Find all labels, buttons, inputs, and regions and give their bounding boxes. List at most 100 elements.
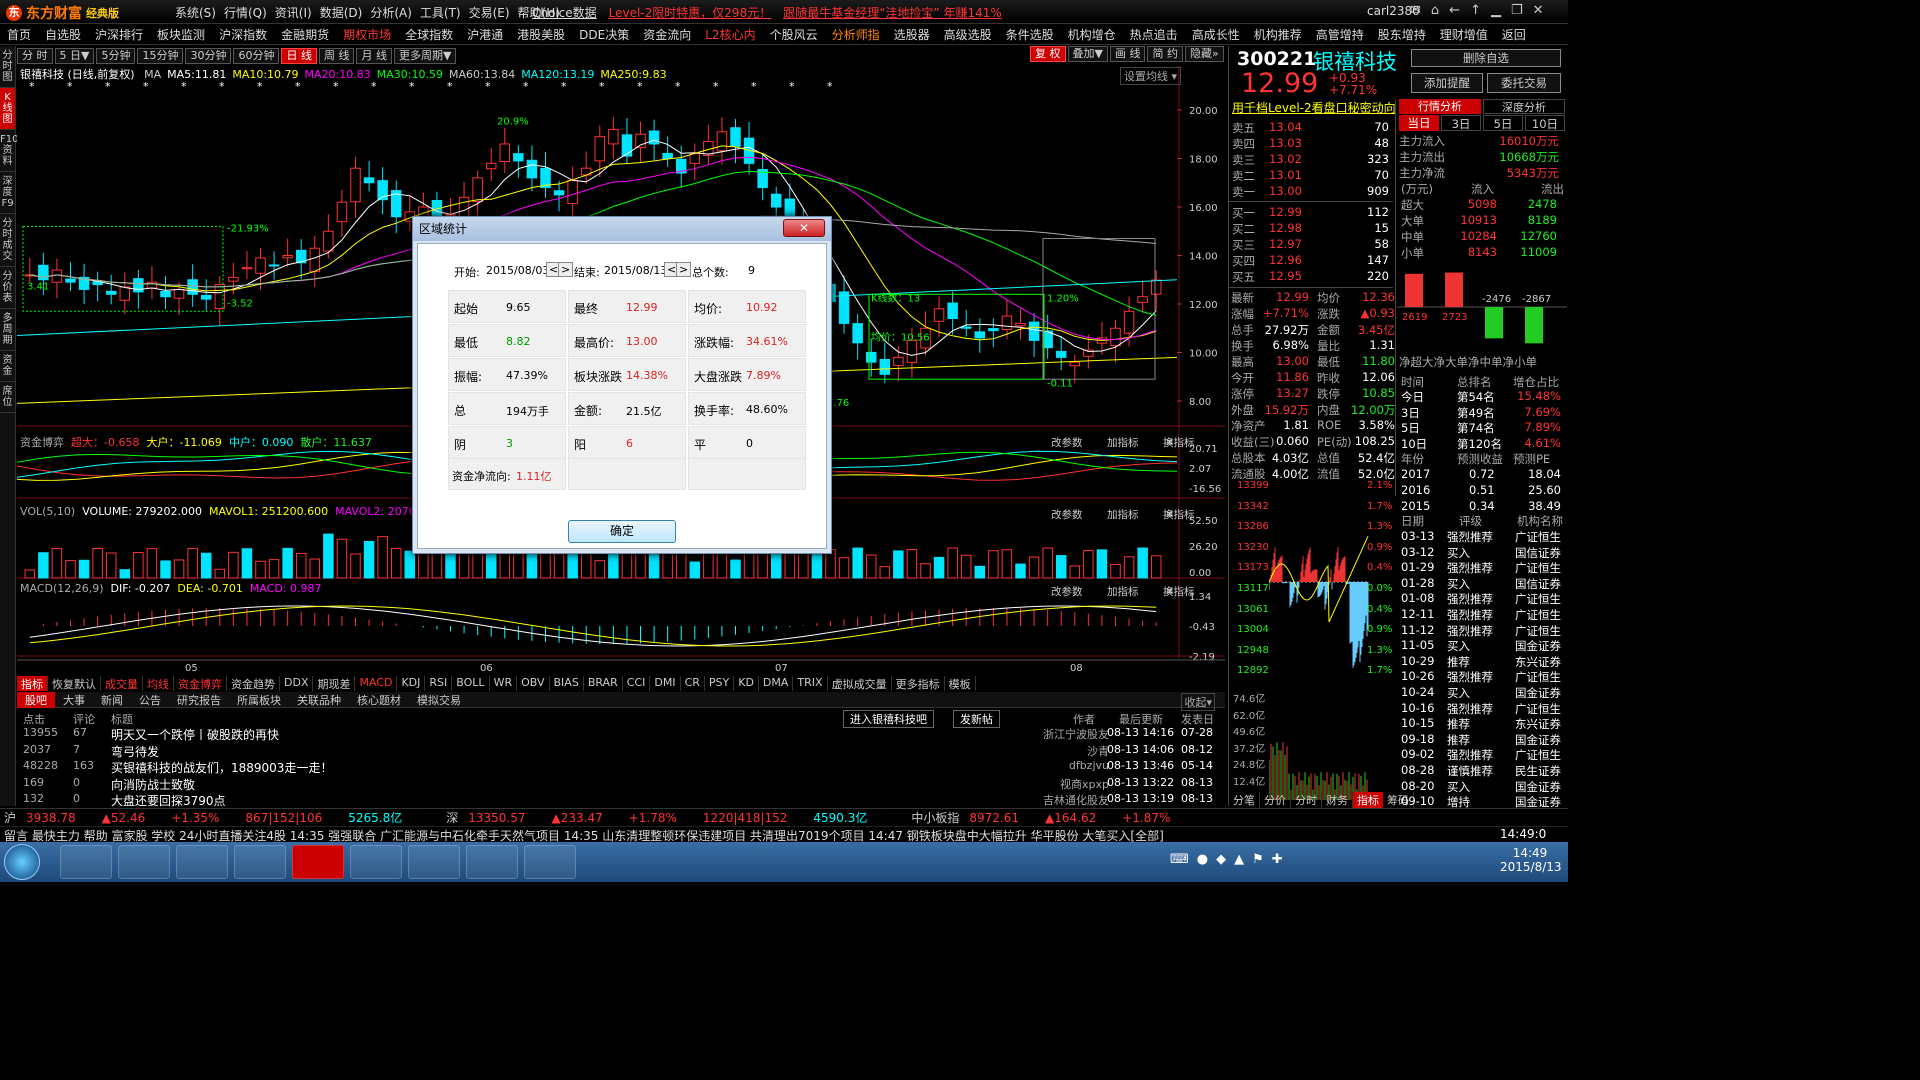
nav-item[interactable]: 板块监测: [157, 26, 205, 43]
explorer-icon[interactable]: [60, 845, 112, 879]
flow-day-tab[interactable]: 当日: [1399, 115, 1439, 131]
home-icon[interactable]: ⌂: [1431, 3, 1439, 18]
close-icon[interactable]: ✕: [1533, 3, 1544, 18]
nav-item[interactable]: 沪深排行: [95, 26, 143, 43]
menu-item[interactable]: 交易(E): [469, 4, 510, 21]
period-button[interactable]: 日 线: [281, 47, 317, 64]
side-tab[interactable]: 多周期: [0, 309, 15, 351]
braces-app-icon[interactable]: [408, 845, 460, 879]
mini-tab[interactable]: 分价: [1260, 792, 1291, 808]
side-tab[interactable]: 分时成交: [0, 214, 15, 267]
news-tab[interactable]: 公告: [131, 692, 169, 708]
flow-day-tab[interactable]: 3日: [1441, 115, 1481, 131]
minimize-icon[interactable]: ▁: [1491, 3, 1501, 18]
indicator-tab[interactable]: DMA: [759, 676, 794, 691]
indicator-tab[interactable]: BOLL: [452, 676, 490, 691]
menu-item[interactable]: 分析(A): [370, 4, 412, 21]
news-row[interactable]: 48228 163 买银禧科技的战友们，1889003走一走！ dfbzjvu 08-1…: [17, 759, 1217, 775]
nav-item[interactable]: 金融期货: [281, 26, 329, 43]
indicator-tab[interactable]: 资金趋势: [227, 676, 280, 691]
news-tab[interactable]: 核心题材: [349, 692, 409, 708]
indicator-tab[interactable]: PSY: [705, 676, 735, 691]
news-tab[interactable]: 研究报告: [169, 692, 229, 708]
panel-button[interactable]: 改参数: [1051, 436, 1083, 449]
indicator-tab[interactable]: DDX: [280, 676, 314, 691]
nav-item[interactable]: 沪深指数: [219, 26, 267, 43]
menu-item[interactable]: 资讯(I): [275, 4, 312, 21]
chart-tool-button[interactable]: 简 约: [1147, 46, 1183, 62]
mini-tab[interactable]: 财务: [1322, 792, 1353, 808]
panel-button[interactable]: 加指标: [1107, 436, 1139, 449]
eastmoney-task-icon[interactable]: [350, 845, 402, 879]
period-button[interactable]: 周 线: [318, 47, 355, 64]
start-next-button[interactable]: >: [558, 262, 574, 277]
fund-promo-link[interactable]: 跟随最牛基金经理“洼地捡宝” 年赚141%: [783, 4, 1002, 21]
period-button[interactable]: 60分钟: [233, 47, 280, 64]
indicator-tab[interactable]: 更多指标: [892, 676, 945, 691]
panel-button[interactable]: 加指标: [1107, 585, 1139, 598]
period-button[interactable]: 分 时: [17, 47, 53, 64]
panel-close-icon[interactable]: ✕: [1165, 508, 1174, 521]
nav-item[interactable]: 港股美股: [517, 26, 565, 43]
nav-item[interactable]: 期权市场: [343, 26, 391, 43]
news-tab[interactable]: 股吧: [17, 691, 55, 708]
level2-link[interactable]: 用千档Level-2看盘口秘密动向: [1232, 99, 1396, 116]
chart-tool-button[interactable]: 叠加▼: [1067, 46, 1108, 62]
indicator-tab[interactable]: OBV: [517, 676, 550, 691]
chart-tool-button[interactable]: 画 线: [1109, 46, 1146, 62]
nav-item[interactable]: 首页: [7, 26, 31, 43]
mini-tab[interactable]: 分笔: [1229, 792, 1260, 808]
side-tab[interactable]: K线图: [0, 88, 15, 130]
side-tab[interactable]: 深度F9: [0, 172, 15, 214]
tray-icons[interactable]: ⌨●◆▲⚑✚: [1170, 852, 1291, 867]
nav-item[interactable]: 全球指数: [405, 26, 453, 43]
paint-app-icon[interactable]: [524, 845, 576, 879]
end-next-button[interactable]: >: [676, 262, 692, 277]
nav-item[interactable]: 高成长性: [1192, 26, 1240, 43]
indicator-tab[interactable]: 虚拟成交量: [828, 676, 892, 691]
mail-icon[interactable]: ✉: [1410, 3, 1421, 18]
nav-item[interactable]: 个股风云: [770, 26, 818, 43]
indicator-tab[interactable]: MACD: [355, 676, 398, 691]
panel-button[interactable]: 改参数: [1051, 585, 1083, 598]
up-icon[interactable]: ↑: [1470, 3, 1481, 18]
menu-item[interactable]: 行情(Q): [224, 4, 267, 21]
mini-tab[interactable]: 分时: [1291, 792, 1322, 808]
ma-setting-button[interactable]: 设置均线 ▾: [1120, 67, 1182, 85]
period-button[interactable]: 5 日▼: [54, 47, 95, 64]
side-tab[interactable]: 资金: [0, 351, 15, 382]
news-row[interactable]: 2037 7 弯弓待发 沙青 08-13 14:06 08-12: [17, 743, 1217, 759]
indicator-tab[interactable]: 资金博弈: [174, 676, 227, 691]
indicator-tab[interactable]: BRAR: [584, 676, 623, 691]
news-title[interactable]: 向消防战士致敬: [111, 776, 195, 793]
place-order-button[interactable]: 委托交易: [1487, 73, 1561, 93]
menu-item[interactable]: 工具(T): [420, 4, 461, 21]
indicator-tab[interactable]: KDJ: [397, 676, 426, 691]
indicator-tab[interactable]: TRIX: [793, 676, 828, 691]
indicator-tab[interactable]: BIAS: [550, 676, 584, 691]
panel-close-icon[interactable]: ✕: [1165, 585, 1174, 598]
indicator-tab[interactable]: 指标: [17, 676, 48, 691]
nav-item[interactable]: 沪港通: [467, 26, 503, 43]
chrome-icon[interactable]: [118, 845, 170, 879]
flow-tab[interactable]: 行情分析: [1399, 99, 1481, 114]
citic-broker-icon[interactable]: [292, 845, 344, 879]
indicator-tab[interactable]: CCI: [623, 676, 651, 691]
panel-close-icon[interactable]: ✕: [1165, 436, 1174, 449]
nav-item[interactable]: 机构增仓: [1068, 26, 1116, 43]
news-tab[interactable]: 大事: [55, 692, 93, 708]
nav-item[interactable]: 理财增值: [1440, 26, 1488, 43]
nav-item[interactable]: 高管增持: [1316, 26, 1364, 43]
news-tab[interactable]: 所属板块: [229, 692, 289, 708]
nav-item[interactable]: DDE决策: [579, 26, 629, 43]
mini-tab[interactable]: 指标: [1353, 792, 1383, 808]
panel-button[interactable]: 加指标: [1107, 508, 1139, 521]
chart-tool-button[interactable]: 复 权: [1030, 46, 1066, 62]
nav-item[interactable]: 选股器: [894, 26, 930, 43]
taskbar-clock[interactable]: 14:49 2015/8/13: [1500, 846, 1562, 874]
nav-item[interactable]: 返回: [1502, 26, 1526, 43]
remove-favorite-button[interactable]: 删除自选: [1411, 49, 1561, 67]
image-app-icon[interactable]: [466, 845, 518, 879]
period-button[interactable]: 更多周期▼: [393, 47, 457, 64]
side-tab[interactable]: F10资料: [0, 130, 18, 172]
